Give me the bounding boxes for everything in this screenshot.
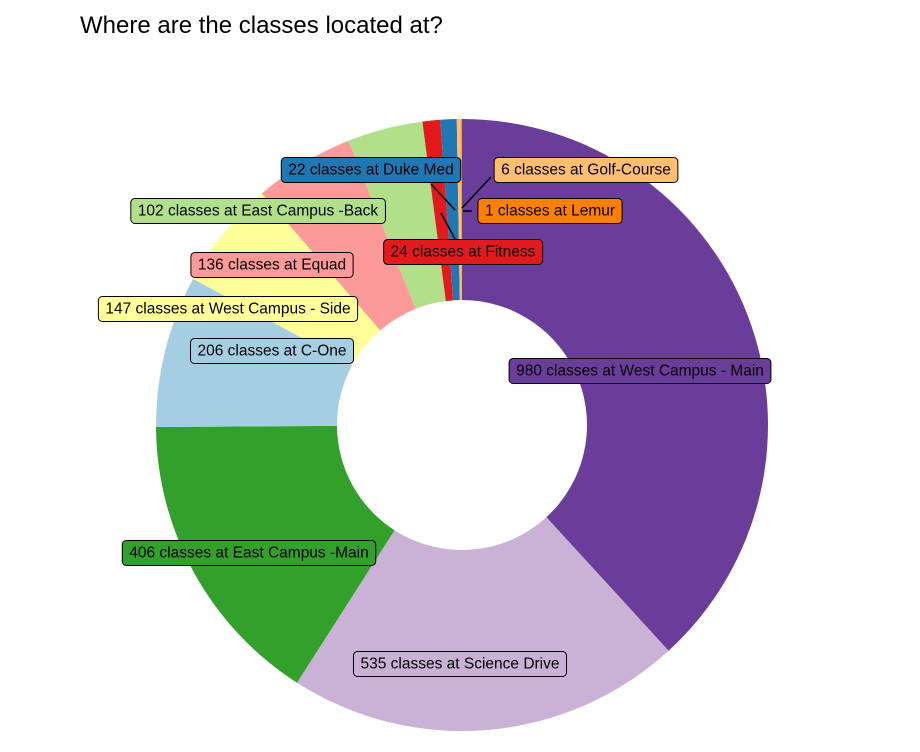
slice-label-science-drive: 535 classes at Science Drive (352, 651, 568, 677)
slice-label-east-campus-back: 102 classes at East Campus -Back (130, 198, 386, 224)
slice-label-golf-course: 6 classes at Golf-Course (493, 157, 679, 183)
slice-label-text: 6 classes at Golf-Course (501, 162, 671, 179)
slice-label-c-one: 206 classes at C-One (189, 338, 355, 364)
slice-label-text: 980 classes at West Campus - Main (516, 363, 764, 380)
slice-label-lemur: 1 classes at Lemur (477, 198, 623, 224)
slice-label-equad: 136 classes at Equad (190, 252, 354, 278)
slice-label-fitness: 24 classes at Fitness (383, 239, 544, 265)
slice-label-text: 206 classes at C-One (197, 343, 346, 360)
slice-label-text: 102 classes at East Campus -Back (138, 203, 379, 220)
slice-label-east-campus-main: 406 classes at East Campus -Main (121, 540, 377, 566)
slice-label-text: 136 classes at Equad (198, 257, 346, 274)
slice-label-text: 535 classes at Science Drive (360, 656, 559, 673)
donut-chart: 980 classes at West Campus - Main 535 cla… (97, 119, 772, 732)
slice-label-west-campus-side: 147 classes at West Campus - Side (97, 296, 359, 322)
slice-label-text: 1 classes at Lemur (485, 203, 615, 220)
slice-label-duke-med: 22 classes at Duke Med (280, 157, 462, 183)
slice-label-text: 24 classes at Fitness (391, 244, 536, 261)
slice-label-text: 147 classes at West Campus - Side (105, 301, 350, 318)
slice-label-text: 406 classes at East Campus -Main (129, 545, 369, 562)
slice-label-text: 22 classes at Duke Med (288, 162, 453, 179)
slice-label-west-campus-main: 980 classes at West Campus - Main (508, 358, 772, 384)
